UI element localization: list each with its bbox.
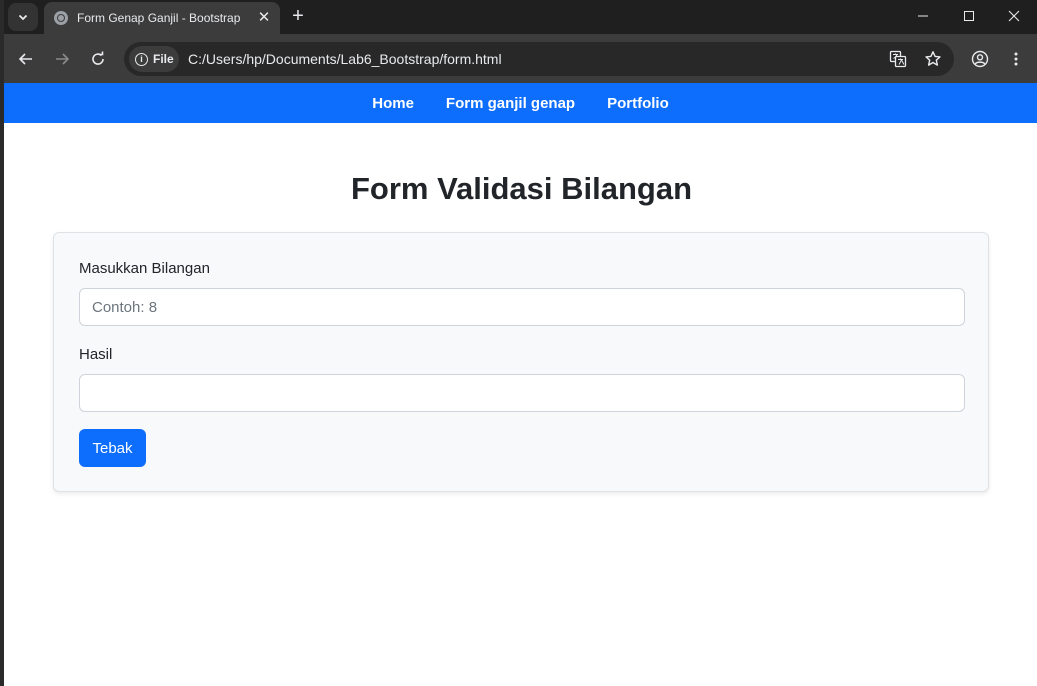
site-info-label: File bbox=[153, 52, 174, 66]
tab-title: Form Genap Ganjil - Bootstrap bbox=[77, 11, 241, 25]
maximize-button[interactable] bbox=[946, 0, 992, 32]
more-vert-icon bbox=[1014, 52, 1018, 66]
close-window-button[interactable] bbox=[991, 0, 1037, 32]
active-tab[interactable]: Form Genap Ganjil - Bootstrap ✕ bbox=[44, 2, 280, 34]
menu-button[interactable] bbox=[1003, 46, 1029, 72]
tab-strip: Form Genap Ganjil - Bootstrap ✕ + bbox=[4, 0, 1037, 34]
profile-icon bbox=[971, 50, 989, 68]
page-title: Form Validasi Bilangan bbox=[350, 171, 693, 206]
new-tab-button[interactable]: + bbox=[286, 5, 310, 29]
profile-button[interactable] bbox=[967, 46, 993, 72]
nav-link-form-ganjil-genap[interactable]: Form ganjil genap bbox=[430, 95, 591, 112]
url-text[interactable]: C:/Users/hp/Documents/Lab6_Bootstrap/for… bbox=[188, 51, 502, 67]
globe-icon bbox=[54, 11, 68, 25]
close-tab-icon[interactable]: ✕ bbox=[256, 10, 272, 26]
forward-arrow-icon bbox=[56, 53, 70, 65]
site-info-chip[interactable]: i File bbox=[129, 46, 179, 72]
nav-link-home[interactable]: Home bbox=[356, 95, 430, 112]
bookmark-button[interactable] bbox=[921, 47, 945, 71]
close-icon bbox=[1008, 10, 1020, 22]
info-icon: i bbox=[135, 52, 148, 66]
page-content: Home Form ganjil genap Portfolio Form Va… bbox=[4, 83, 1037, 686]
reload-button[interactable] bbox=[85, 46, 111, 72]
number-input[interactable] bbox=[79, 288, 965, 326]
browser-toolbar: i File C:/Users/hp/Documents/Lab6_Bootst… bbox=[4, 34, 1037, 83]
browser-window: Form Genap Ganjil - Bootstrap ✕ + i File bbox=[4, 0, 1037, 686]
minimize-button[interactable] bbox=[900, 0, 946, 32]
tebak-button[interactable]: Tebak bbox=[79, 429, 146, 467]
result-field[interactable] bbox=[79, 374, 965, 412]
chevron-down-icon bbox=[18, 14, 28, 21]
form-card: Masukkan Bilangan Hasil Tebak bbox=[53, 232, 989, 492]
tab-search-button[interactable] bbox=[8, 3, 38, 31]
result-label: Hasil bbox=[79, 346, 113, 363]
reload-icon bbox=[92, 51, 104, 65]
maximize-icon bbox=[964, 11, 974, 21]
forward-button[interactable] bbox=[49, 46, 75, 72]
nav-link-portfolio[interactable]: Portfolio bbox=[591, 95, 685, 112]
translate-icon bbox=[889, 50, 907, 68]
number-input-label: Masukkan Bilangan bbox=[79, 260, 210, 277]
star-icon bbox=[925, 51, 941, 66]
translate-button[interactable] bbox=[886, 47, 910, 71]
address-bar[interactable]: i File C:/Users/hp/Documents/Lab6_Bootst… bbox=[124, 42, 954, 76]
back-arrow-icon bbox=[18, 53, 32, 65]
top-navbar: Home Form ganjil genap Portfolio bbox=[4, 83, 1037, 123]
back-button[interactable] bbox=[13, 46, 39, 72]
minimize-icon bbox=[918, 15, 928, 17]
